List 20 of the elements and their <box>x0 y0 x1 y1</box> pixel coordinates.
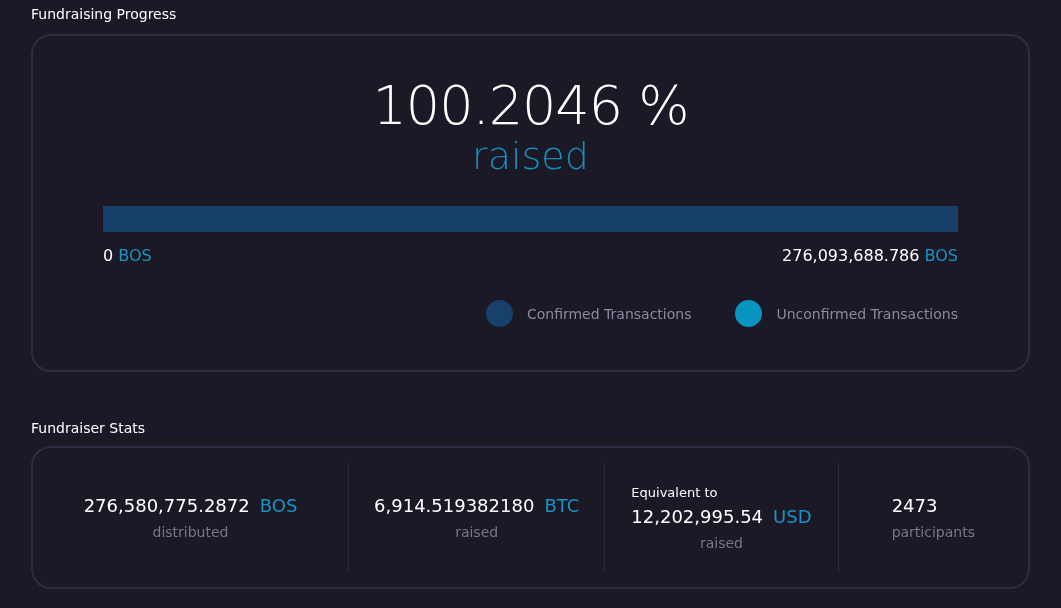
stat-value: 276,580,775.2872 <box>83 495 250 516</box>
stat-caption: raised <box>699 534 743 551</box>
legend-label: Confirmed Transactions <box>526 305 692 322</box>
stat-caption: distributed <box>152 524 229 540</box>
percent-raised: 100.2046 % <box>372 76 689 136</box>
target-amount: 276,093,688.786 BOS <box>782 246 958 265</box>
stat-value: 6,914.519382180 <box>374 495 535 516</box>
section-title: Fundraiser Stats <box>31 419 146 438</box>
section-title: Fundraising Progress <box>31 5 178 24</box>
stat-prefix: Equivalent to <box>631 484 719 500</box>
stat-value: 2473 <box>891 495 938 516</box>
minimum-amount: 0 BOS <box>103 246 152 265</box>
legend-label: Unconfirmed Transactions <box>776 305 958 322</box>
stat-caption: participants <box>891 524 975 540</box>
stat-unit: BTC <box>544 495 580 516</box>
stat-unit: BOS <box>259 495 298 516</box>
stat-unit: USD <box>773 505 812 527</box>
stat-caption: raised <box>455 524 499 540</box>
raised-caption: raised <box>472 136 589 176</box>
stat-value: 12,202,995.54 <box>631 505 764 527</box>
